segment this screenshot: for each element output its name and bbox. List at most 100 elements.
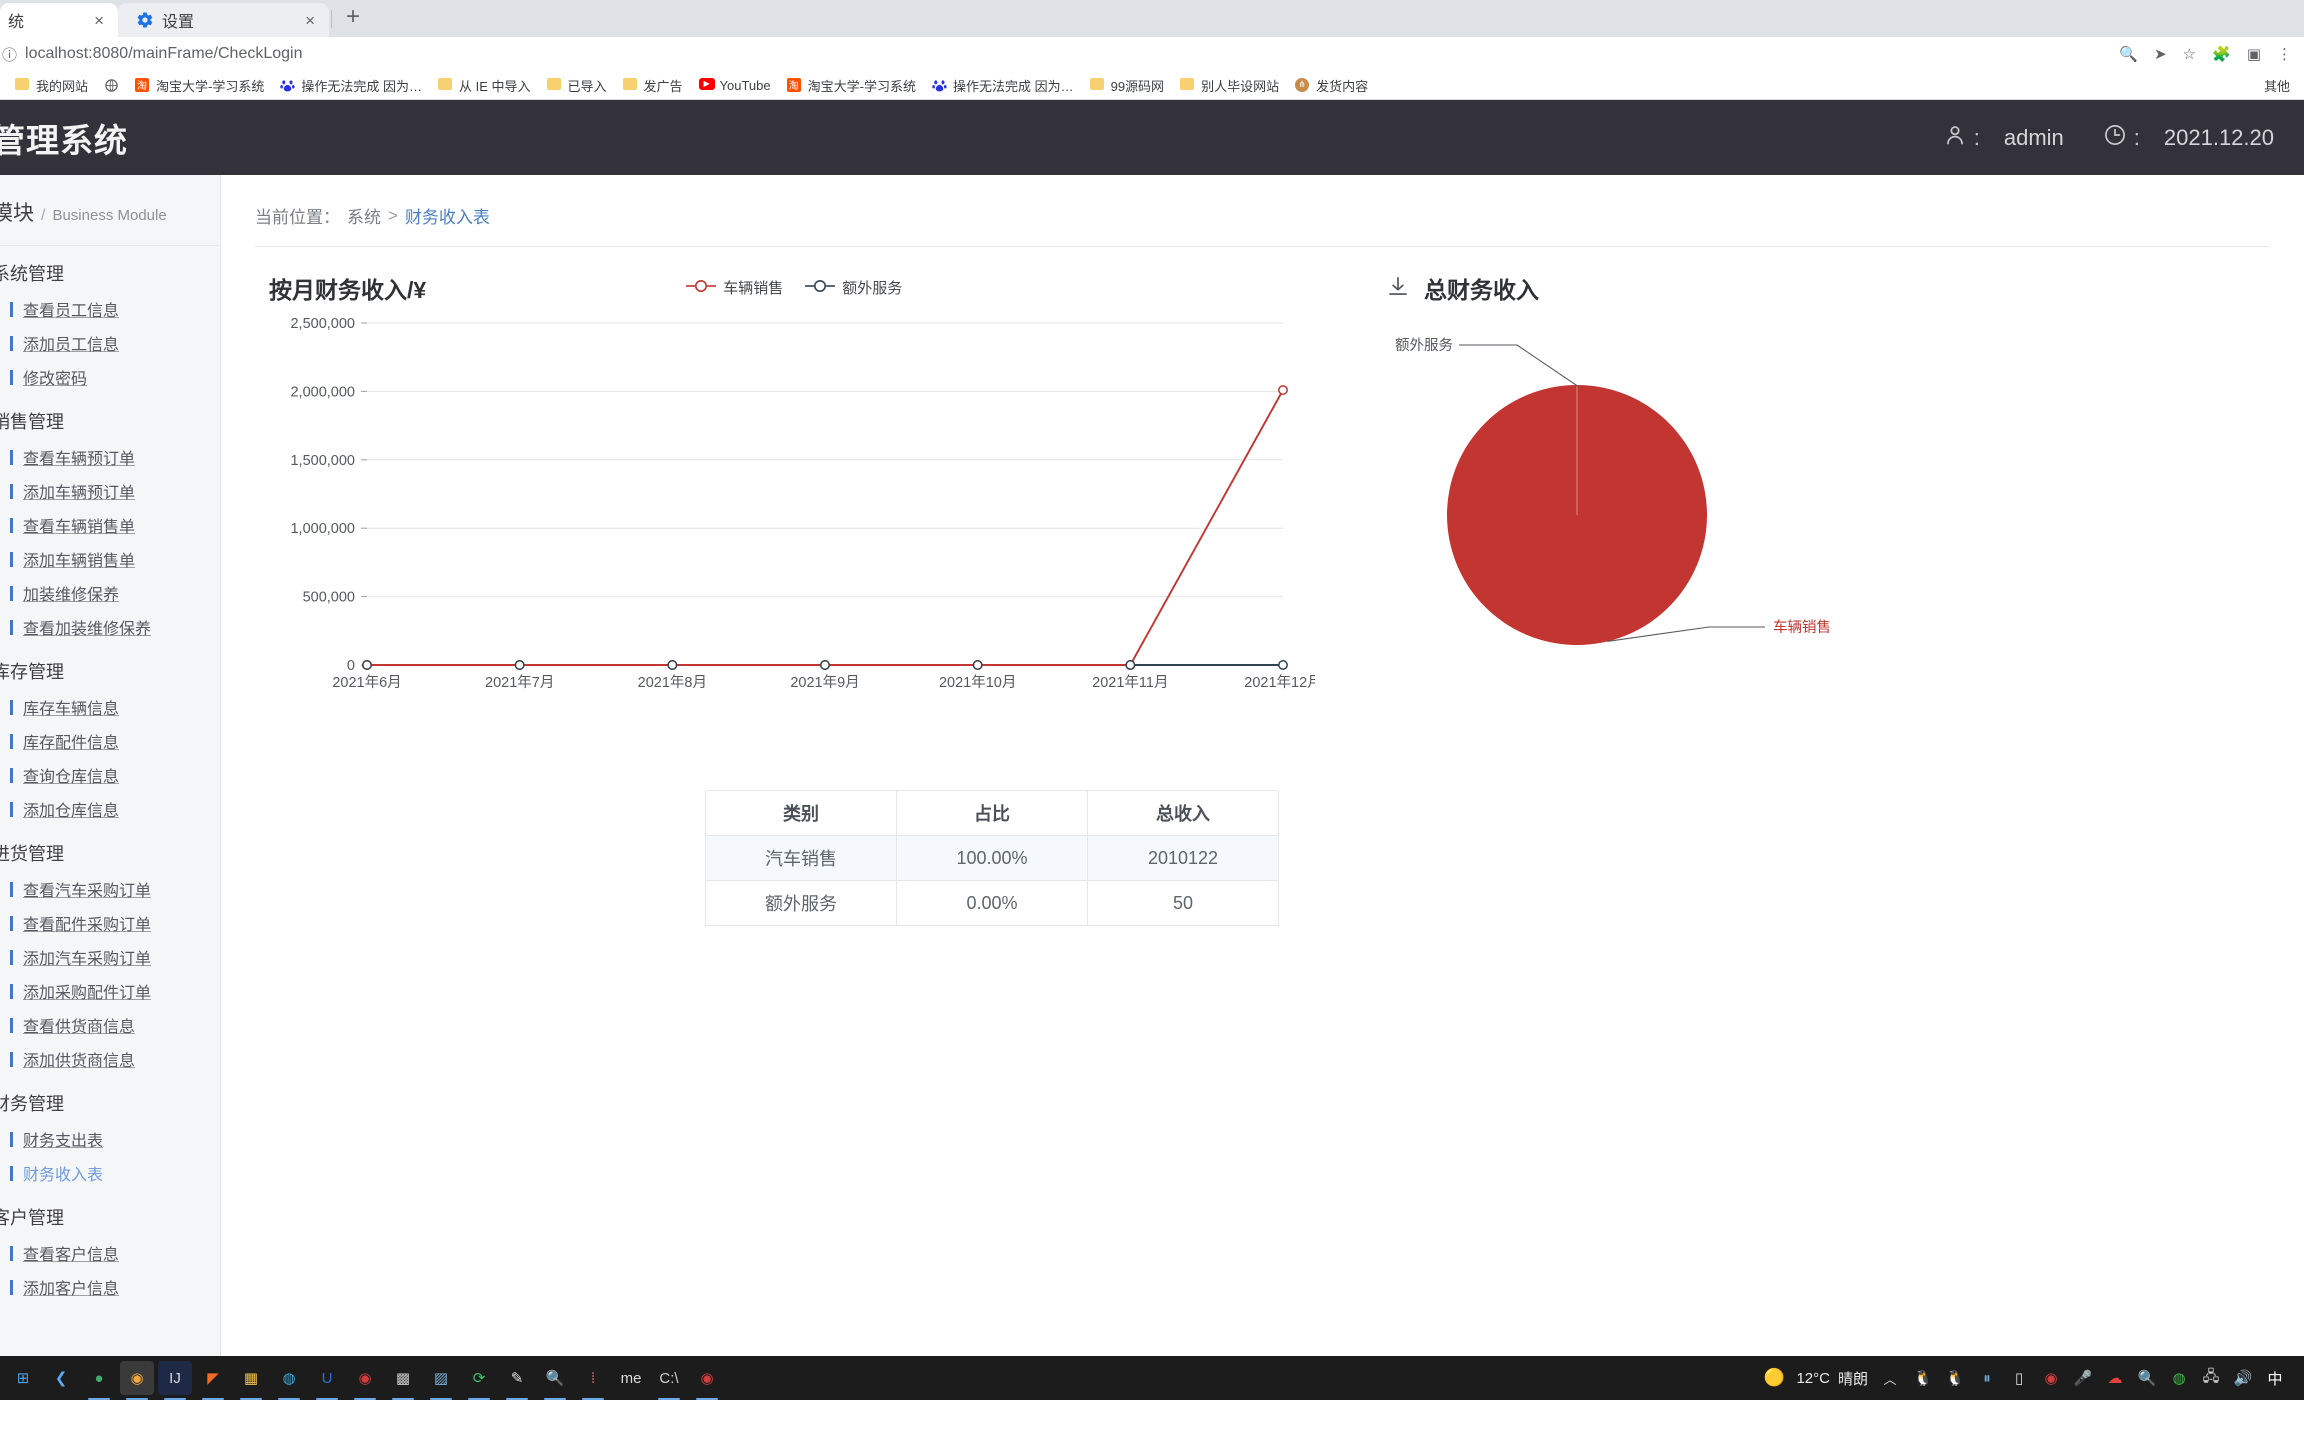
sidebar-item-4-1[interactable]: 财务收入表 [0, 1156, 220, 1190]
sidebar-item-0-0[interactable]: 查看员工信息 [0, 292, 220, 326]
legend-item-1[interactable]: 额外服务 [805, 277, 902, 298]
start-button[interactable]: ⊞ [6, 1361, 40, 1395]
address-bar-url: localhost:8080/mainFrame/CheckLogin [25, 45, 303, 62]
volume-icon[interactable]: 🔊 [2232, 1367, 2254, 1389]
sidebar-item-4-0[interactable]: 财务支出表 [0, 1122, 220, 1156]
sidebar-item-1-1[interactable]: 添加车辆预订单 [0, 474, 220, 508]
bookmark-item[interactable]: 我的网站 [8, 73, 95, 98]
sidebar-item-2-2[interactable]: 查询仓库信息 [0, 758, 220, 792]
cast-icon[interactable]: ▣ [2247, 45, 2261, 63]
sidebar-item-3-1[interactable]: 查看配件采购订单 [0, 906, 220, 940]
paint-icon[interactable]: ▨ [424, 1361, 458, 1400]
line-chart[interactable]: 0 500,000 1,000,000 1,500,000 2,000,000 2,500… [255, 305, 1321, 765]
page-info-icon[interactable]: ⓘ [2, 44, 17, 65]
sidebar-item-1-2[interactable]: 查看车辆销售单 [0, 508, 220, 542]
bookmark-item[interactable] [97, 75, 126, 96]
sidebar-item-marker [10, 983, 13, 999]
weather-readout[interactable]: 12°C 晴朗 [1796, 1368, 1868, 1389]
sidebar-item-1-0[interactable]: 查看车辆预订单 [0, 440, 220, 474]
sidebar-item-1-4[interactable]: 加装维修保养 [0, 576, 220, 610]
pause-icon[interactable]: ⏸ [1976, 1367, 1998, 1389]
address-bar[interactable]: localhost:8080/mainFrame/CheckLogin [25, 41, 2111, 67]
bookmark-item[interactable]: ⋔ 发货内容 [1288, 73, 1375, 98]
app-water-icon[interactable]: ◍ [272, 1361, 306, 1400]
qq-icon[interactable]: 🐧 [1912, 1367, 1934, 1389]
baidu-netdisk-icon[interactable]: ☁ [2104, 1367, 2126, 1389]
bookmark-item[interactable]: 操作无法完成 因为… [273, 73, 429, 98]
record-icon[interactable]: ◉ [2040, 1367, 2062, 1389]
app-blue-icon[interactable]: U [310, 1361, 344, 1400]
idea-icon[interactable]: IJ [158, 1361, 192, 1400]
profile-icon[interactable]: ⋮ [2277, 45, 2292, 63]
search-icon[interactable]: 🔍 [2136, 1367, 2158, 1389]
terminal-icon[interactable]: C:\ [652, 1361, 686, 1400]
browser-tab-1[interactable]: 统 × [0, 3, 118, 37]
download-icon[interactable] [1385, 274, 1411, 303]
data-point[interactable] [1278, 660, 1288, 670]
app-multi-icon[interactable]: ⦙ [576, 1361, 610, 1400]
chevron-up-icon[interactable]: ︿ [1879, 1367, 1901, 1389]
search-orange-icon[interactable]: 🔍 [538, 1361, 572, 1400]
taskview-icon[interactable]: ❮ [44, 1361, 78, 1395]
breadcrumb-root[interactable]: 系统 [347, 203, 381, 228]
data-point[interactable] [1125, 660, 1136, 670]
bookmark-item[interactable]: 淘淘宝大学-学习系统 [780, 73, 923, 98]
sidebar-item-0-1[interactable]: 添加员工信息 [0, 326, 220, 360]
network-icon[interactable]: 🖧 [2200, 1367, 2222, 1389]
sidebar-item-3-0[interactable]: 查看汽车采购订单 [0, 872, 220, 906]
new-tab-button[interactable]: + [334, 4, 372, 33]
sidebar-item-5-1[interactable]: 添加客户信息 [0, 1270, 220, 1304]
tool-icon[interactable]: ✎ [500, 1361, 534, 1400]
sidebar-item-1-3[interactable]: 添加车辆销售单 [0, 542, 220, 576]
breadcrumb-current[interactable]: 财务收入表 [405, 203, 490, 228]
bookmark-item[interactable]: 已导入 [540, 73, 614, 98]
bookmark-item[interactable]: 操作无法完成 因为… [925, 73, 1081, 98]
app-record-icon[interactable]: ◉ [348, 1361, 382, 1400]
sidebar-item-2-0[interactable]: 库存车辆信息 [0, 690, 220, 724]
data-point[interactable] [667, 660, 678, 670]
sidebar-item-3-4[interactable]: 查看供货商信息 [0, 1008, 220, 1042]
pie-chart[interactable]: 额外服务车辆销售 [1385, 305, 1945, 775]
legend-item-0[interactable]: 车辆销售 [686, 277, 783, 298]
data-point[interactable] [362, 660, 372, 670]
sidebar-item-5-0[interactable]: 查看客户信息 [0, 1236, 220, 1270]
app-green-icon[interactable]: ● [82, 1361, 116, 1400]
close-icon[interactable]: × [94, 12, 104, 29]
data-point[interactable] [972, 660, 983, 670]
data-point[interactable] [820, 660, 830, 670]
bookmark-item[interactable]: 99源码网 [1083, 73, 1171, 98]
bookmark-item[interactable]: 发广告 [616, 73, 690, 98]
bookmark-item[interactable]: 别人毕设网站 [1173, 73, 1286, 98]
sidebar-item-1-5[interactable]: 查看加装维修保养 [0, 610, 220, 644]
wechat-icon[interactable]: ◍ [2168, 1367, 2190, 1389]
sidebar-item-2-3[interactable]: 添加仓库信息 [0, 792, 220, 826]
usb-icon[interactable]: ▯ [2008, 1367, 2030, 1389]
calculator-icon[interactable]: ▩ [386, 1361, 420, 1400]
browser-tab-2[interactable]: 设置 × [118, 3, 329, 37]
extensions-icon[interactable]: 🧩 [2212, 45, 2231, 63]
star-icon[interactable]: ☆ [2183, 45, 2196, 63]
chrome-icon[interactable]: ◉ [120, 1361, 154, 1400]
app-orange-icon[interactable]: ◤ [196, 1361, 230, 1400]
sidebar-item-3-3[interactable]: 添加采购配件订单 [0, 974, 220, 1008]
data-point[interactable] [514, 660, 525, 670]
data-point[interactable] [1278, 385, 1288, 395]
sidebar-item-3-2[interactable]: 添加汽车采购订单 [0, 940, 220, 974]
bookmarks-overflow-button[interactable]: 其他 [2258, 73, 2296, 98]
bookmark-item[interactable]: 淘淘宝大学-学习系统 [128, 73, 271, 98]
microphone-icon[interactable]: 🎤 [2072, 1367, 2094, 1389]
sidebar-item-2-1[interactable]: 库存配件信息 [0, 724, 220, 758]
zoom-icon[interactable]: 🔍 [2119, 45, 2138, 63]
share-icon[interactable]: ➤ [2154, 45, 2167, 63]
sidebar-item-0-2[interactable]: 修改密码 [0, 360, 220, 394]
me-icon[interactable]: me [614, 1361, 648, 1395]
explorer-icon[interactable]: ▦ [234, 1361, 268, 1400]
ime-icon[interactable]: 中 [2264, 1367, 2286, 1389]
sidebar-item-3-5[interactable]: 添加供货商信息 [0, 1042, 220, 1076]
bookmark-item[interactable]: ▶ YouTube [692, 75, 778, 96]
close-icon[interactable]: × [305, 12, 315, 29]
bookmark-item[interactable]: 从 IE 中导入 [431, 73, 538, 98]
qq-icon-2[interactable]: 🐧 [1944, 1367, 1966, 1389]
record-red-icon[interactable]: ◉ [690, 1361, 724, 1400]
sync-icon[interactable]: ⟳ [462, 1361, 496, 1400]
